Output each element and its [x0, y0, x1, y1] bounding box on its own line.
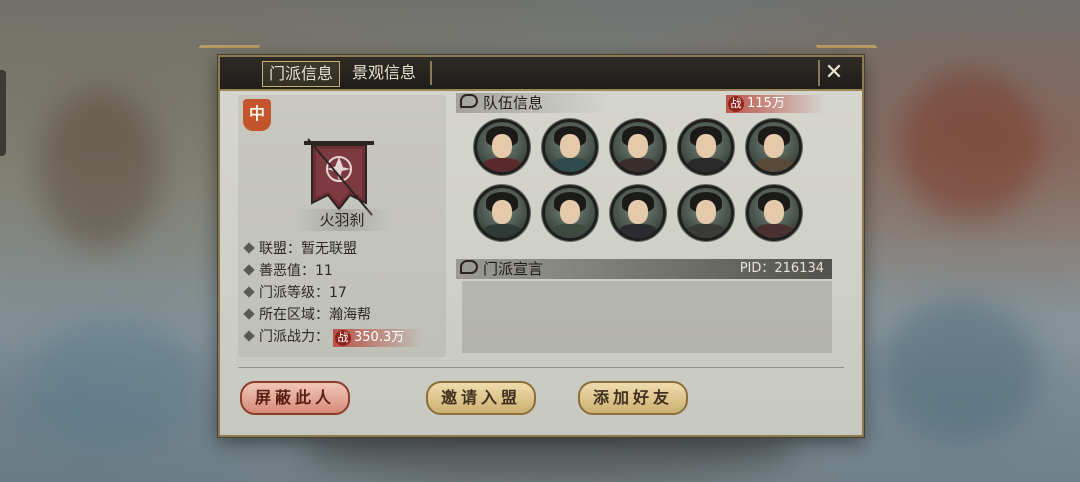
sect-power-chip: 战 350.3万 [333, 329, 423, 347]
info-value: 暂无联盟 [301, 241, 357, 257]
info-label: 门派等级： [259, 285, 329, 301]
info-label: 门派战力： [259, 329, 329, 345]
info-value: 瀚海帮 [329, 307, 371, 323]
divider [238, 367, 844, 368]
team-member-avatar[interactable] [610, 119, 666, 175]
tab-divider [430, 61, 432, 85]
declaration-section-header: 门派宣言 PID：216134 [456, 259, 832, 279]
block-player-button[interactable]: 屏蔽此人 [240, 381, 350, 415]
player-id: PID：216134 [739, 261, 824, 276]
info-alliance: 联盟：暂无联盟 [242, 239, 357, 259]
tab-sect-info[interactable]: 门派信息 [262, 61, 341, 87]
sect-banner-icon [304, 138, 374, 216]
player-info-dialog: 门派信息 景观信息 ✕ 中 火羽刹 联盟：暂无联盟 善恶值：11 门派等级：17… [218, 55, 864, 437]
sect-name: 火羽刹 [294, 209, 390, 231]
info-value: 11 [315, 263, 333, 279]
team-member-avatar[interactable] [542, 119, 598, 175]
close-icon: ✕ [824, 60, 844, 85]
info-label: 善恶值： [259, 263, 315, 279]
bullet-icon [243, 286, 255, 298]
info-region: 所在区域：瀚海帮 [242, 305, 371, 325]
team-member-avatar[interactable] [542, 185, 598, 241]
power-icon: 战 [728, 96, 744, 112]
bullet-icon [243, 242, 255, 254]
info-label: 联盟： [259, 241, 301, 257]
info-sect-power: 门派战力：战 350.3万 [242, 327, 423, 347]
info-sect-level: 门派等级：17 [242, 283, 347, 303]
team-member-avatar[interactable] [746, 119, 802, 175]
team-member-avatar[interactable] [678, 185, 734, 241]
team-title: 队伍信息 [483, 94, 544, 112]
info-morality: 善恶值：11 [242, 261, 333, 281]
sect-panel: 中 火羽刹 联盟：暂无联盟 善恶值：11 门派等级：17 所在区域：瀚海帮 门派… [238, 95, 446, 357]
close-button[interactable]: ✕ [818, 60, 848, 86]
bullet-icon [243, 264, 255, 276]
team-member-avatar[interactable] [474, 185, 530, 241]
side-handle[interactable] [0, 70, 6, 156]
team-member-avatar[interactable] [610, 185, 666, 241]
declaration-text [462, 281, 832, 353]
rank-badge: 中 [243, 99, 271, 131]
info-value: 17 [329, 285, 347, 301]
power-icon: 战 [335, 330, 351, 346]
bullet-icon [243, 308, 255, 320]
team-member-avatar[interactable] [678, 119, 734, 175]
team-member-avatar[interactable] [746, 185, 802, 241]
invite-to-alliance-button[interactable]: 邀请入盟 [426, 381, 536, 415]
team-member-avatar[interactable] [474, 119, 530, 175]
team-section-header: 队伍信息 [456, 93, 610, 113]
info-label: 所在区域： [259, 307, 329, 323]
cloud-swirl-icon [460, 260, 478, 274]
declaration-title: 门派宣言 [483, 260, 544, 278]
cloud-swirl-icon [460, 94, 478, 108]
add-friend-button[interactable]: 添加好友 [578, 381, 688, 415]
tab-bar: 门派信息 景观信息 ✕ [220, 57, 862, 91]
team-power-value: 115万 [747, 96, 785, 111]
tab-landscape-info[interactable]: 景观信息 [346, 61, 422, 85]
team-power-chip: 战 115万 [726, 95, 825, 113]
bullet-icon [243, 330, 255, 342]
info-value: 350.3万 [354, 330, 405, 345]
